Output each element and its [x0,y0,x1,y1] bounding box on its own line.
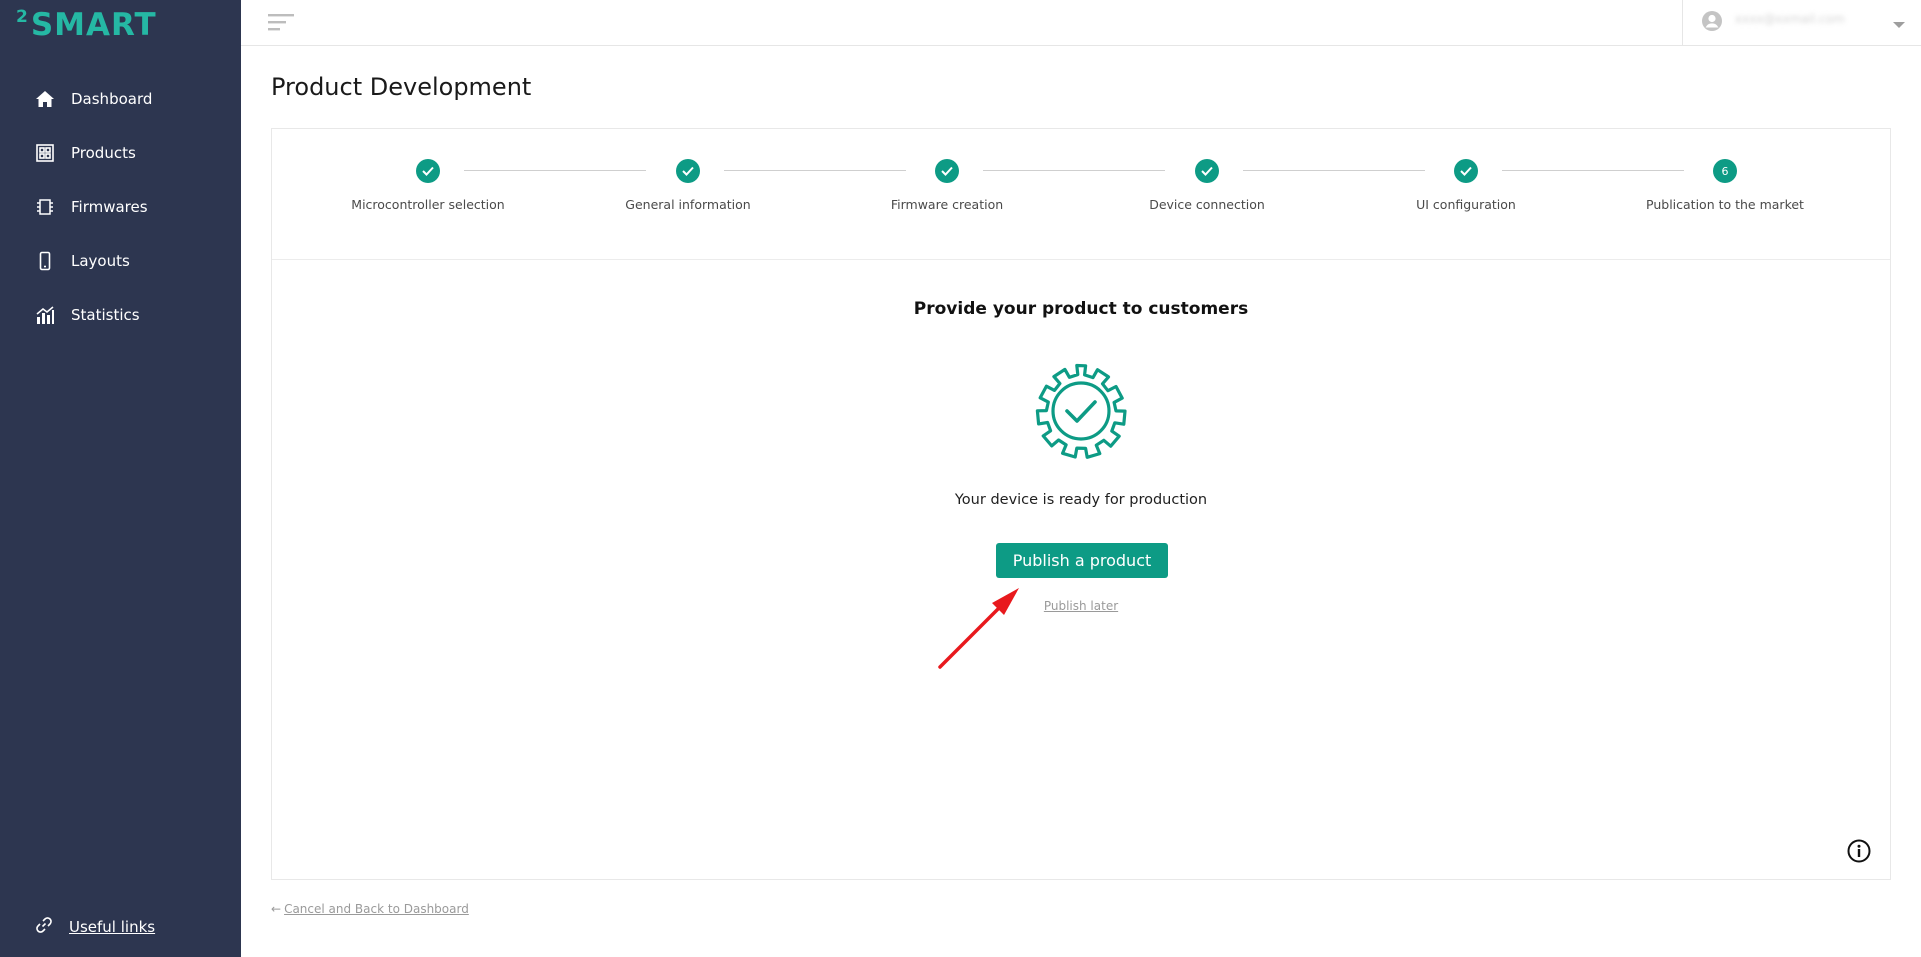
gear-check-icon [1029,359,1133,463]
useful-links-label: Useful links [69,918,156,936]
check-icon [416,159,440,183]
step-device-connection[interactable]: Device connection [1107,159,1307,212]
products-icon [34,142,56,164]
back-link-label: Cancel and Back to Dashboard [284,902,469,916]
sidebar-nav: Dashboard Products Firmwares Layouts Sta… [0,72,241,342]
check-icon [1454,159,1478,183]
brand-logo-word: SMART [30,7,157,43]
arrow-left-icon: ← [271,902,282,916]
user-menu[interactable]: xxxx@xxmail.com [1682,0,1921,46]
brand-logo[interactable]: 2 SMART [16,8,157,42]
step-label: General information [625,197,751,212]
home-icon [34,88,56,110]
publish-later-label: Publish later [1043,599,1119,613]
step-ui-configuration[interactable]: UI configuration [1366,159,1566,212]
ready-status-text: Your device is ready for production [954,492,1208,508]
check-icon [676,159,700,183]
step-number: 6 [1713,159,1737,183]
info-icon[interactable] [1847,839,1871,863]
sidebar-item-dashboard[interactable]: Dashboard [0,72,241,126]
sidebar-item-label: Products [71,144,136,162]
user-email: xxxx@xxmail.com [1735,12,1845,26]
top-bar: xxxx@xxmail.com [241,0,1921,46]
sidebar-item-layouts[interactable]: Layouts [0,234,241,288]
sidebar-item-statistics[interactable]: Statistics [0,288,241,342]
publish-later-link[interactable]: Publish later [272,599,1890,613]
annotation-arrow-icon [935,580,1045,672]
step-publication-to-the-market[interactable]: 6 Publication to the market [1625,159,1825,212]
step-general-information[interactable]: General information [588,159,788,212]
sidebar-item-label: Firmwares [71,198,148,216]
sidebar-item-label: Dashboard [71,90,153,108]
step-label: Device connection [1149,197,1265,212]
back-to-dashboard-link[interactable]: ← Cancel and Back to Dashboard [271,902,469,916]
sidebar-item-label: Layouts [71,252,130,270]
publish-product-button[interactable]: Publish a product [996,543,1168,578]
sidebar-item-products[interactable]: Products [0,126,241,180]
product-development-card: Microcontroller selection General inform… [271,128,1891,880]
sidebar-item-label: Statistics [71,306,140,324]
chevron-down-icon[interactable] [1892,15,1906,34]
phone-icon [34,250,56,272]
sidebar: 2 SMART Dashboard Products Firmwares Lay… [0,0,241,957]
step-label: UI configuration [1416,197,1516,212]
statistics-icon [34,304,56,326]
link-icon [34,915,54,939]
step-microcontroller-selection[interactable]: Microcontroller selection [328,159,528,212]
check-icon [1195,159,1219,183]
useful-links[interactable]: Useful links [34,915,155,939]
page-title: Product Development [271,73,532,101]
user-avatar-icon [1701,10,1723,36]
sidebar-item-firmwares[interactable]: Firmwares [0,180,241,234]
stepper: Microcontroller selection General inform… [272,129,1890,260]
step-firmware-creation[interactable]: Firmware creation [847,159,1047,212]
menu-toggle-icon[interactable] [268,11,296,33]
step-label: Microcontroller selection [351,197,505,212]
step-label: Publication to the market [1646,197,1804,212]
brand-logo-superscript: 2 [16,7,29,27]
content-heading: Provide your product to customers [913,299,1249,319]
chip-icon [34,196,56,218]
check-icon [935,159,959,183]
step-label: Firmware creation [890,197,1004,212]
